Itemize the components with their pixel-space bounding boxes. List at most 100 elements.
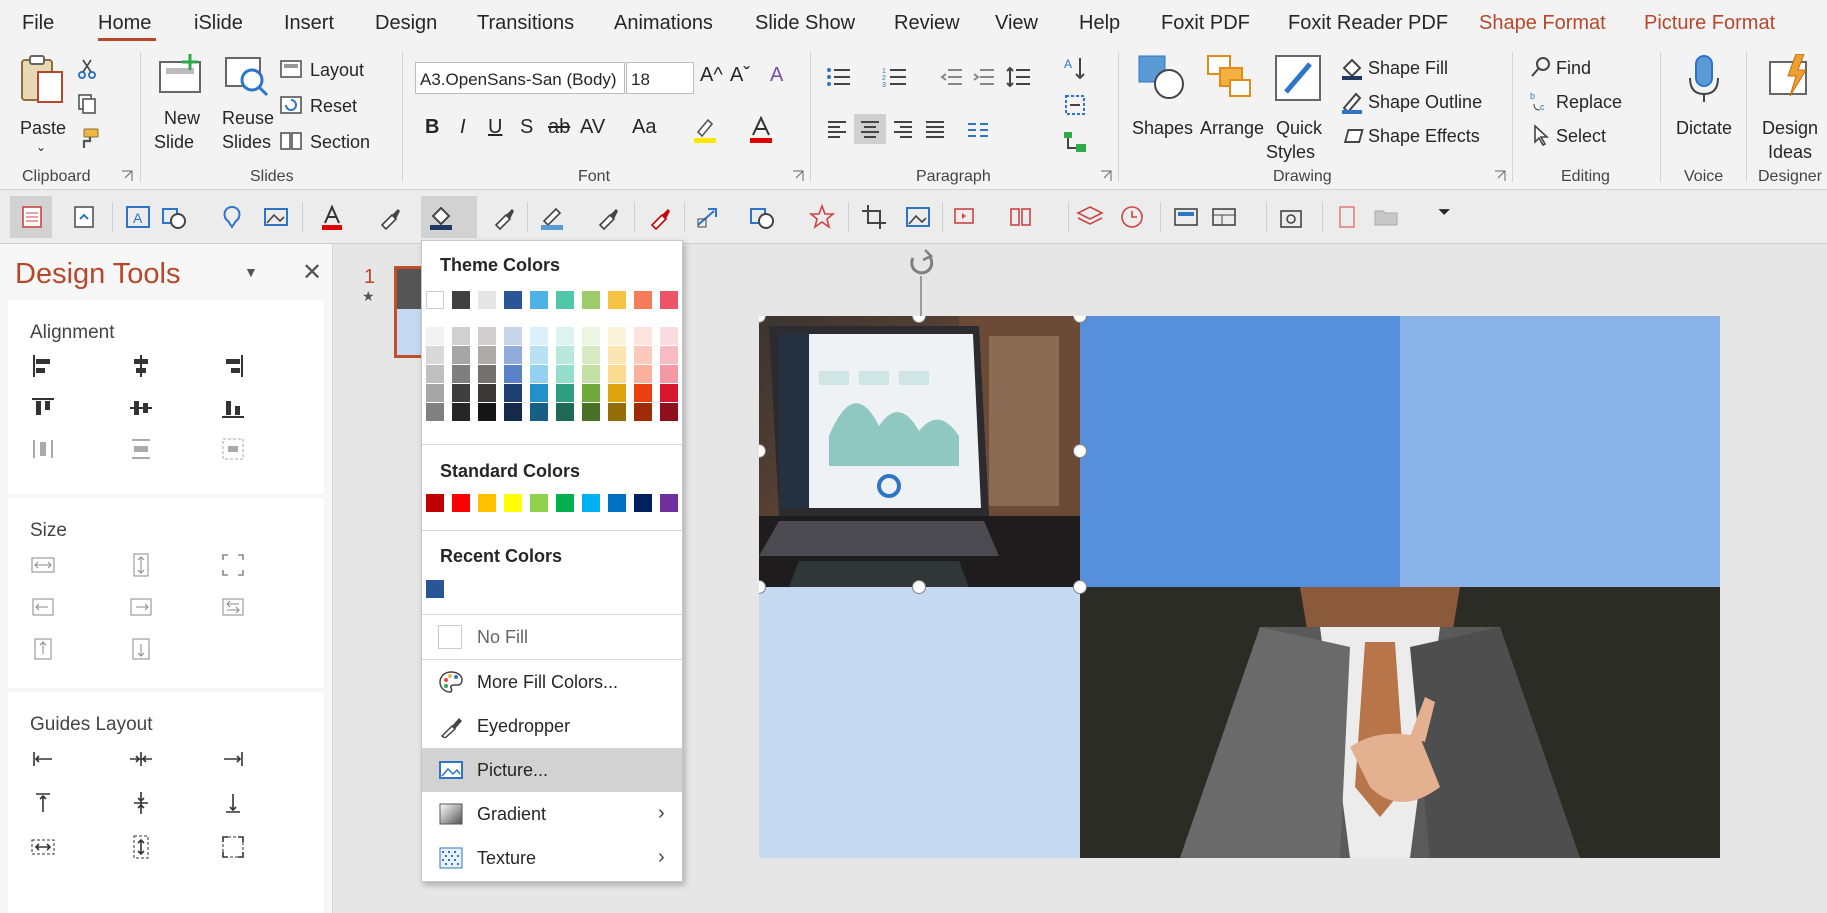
stretch-right-icon[interactable]: [128, 594, 154, 620]
tab-help[interactable]: Help: [1079, 12, 1120, 35]
color-swatch[interactable]: [556, 291, 574, 309]
font-color-icon[interactable]: [748, 116, 774, 144]
distribute-v-icon[interactable]: [128, 436, 154, 462]
dialog-launcher-icon[interactable]: [1100, 170, 1112, 182]
color-swatch[interactable]: [608, 327, 626, 345]
swap-size-icon[interactable]: [220, 594, 246, 620]
color-picker-icon[interactable]: [646, 203, 674, 231]
eyedropper-icon[interactable]: [376, 203, 404, 231]
color-swatch[interactable]: [452, 403, 470, 421]
color-swatch[interactable]: [478, 494, 496, 512]
format-painter-icon[interactable]: [76, 126, 100, 150]
color-swatch[interactable]: [608, 494, 626, 512]
find-button[interactable]: Find: [1530, 54, 1630, 80]
color-swatch[interactable]: [530, 291, 548, 309]
color-swatch[interactable]: [426, 384, 444, 402]
eyedropper-icon[interactable]: [594, 203, 622, 231]
select-button[interactable]: Select: [1530, 122, 1640, 148]
decrease-font-icon[interactable]: Aˇ: [730, 64, 750, 87]
color-swatch[interactable]: [634, 403, 652, 421]
same-height-icon[interactable]: [128, 552, 154, 578]
dialog-launcher-icon[interactable]: [792, 170, 804, 182]
color-swatch[interactable]: [530, 494, 548, 512]
section-button[interactable]: Section: [280, 130, 390, 156]
color-swatch[interactable]: [634, 327, 652, 345]
font-name-dropdown[interactable]: A3.OpenSans-San (Body): [415, 62, 625, 94]
color-swatch[interactable]: [478, 384, 496, 402]
blue-block-1[interactable]: [1080, 316, 1400, 587]
icons-library-icon[interactable]: [218, 203, 246, 231]
color-swatch[interactable]: [608, 403, 626, 421]
color-swatch[interactable]: [660, 384, 678, 402]
align-middle-icon[interactable]: [128, 395, 154, 421]
copy-doc-icon[interactable]: [1334, 203, 1362, 231]
tab-file[interactable]: File: [22, 12, 54, 35]
tab-transitions[interactable]: Transitions: [477, 12, 574, 35]
tab-design[interactable]: Design: [375, 12, 437, 35]
panel-menu-icon[interactable]: ▼: [244, 264, 258, 280]
frame-icon[interactable]: [1172, 203, 1200, 231]
color-swatch[interactable]: [530, 346, 548, 364]
guide-top-icon[interactable]: [30, 790, 56, 816]
color-swatch[interactable]: [556, 327, 574, 345]
strikethrough-button[interactable]: ab: [548, 116, 570, 139]
highlight-icon[interactable]: [692, 116, 718, 144]
color-swatch[interactable]: [660, 327, 678, 345]
color-swatch[interactable]: [426, 403, 444, 421]
color-swatch[interactable]: [504, 384, 522, 402]
color-swatch[interactable]: [426, 365, 444, 383]
reuse-slides-button[interactable]: Reuse Slides: [220, 54, 276, 158]
color-swatch[interactable]: [634, 365, 652, 383]
dialog-launcher-icon[interactable]: [121, 170, 133, 182]
align-left-icon[interactable]: [30, 353, 56, 379]
tab-review[interactable]: Review: [894, 12, 960, 35]
line-spacing-icon[interactable]: [1006, 66, 1032, 88]
color-swatch[interactable]: [608, 291, 626, 309]
color-swatch[interactable]: [660, 346, 678, 364]
picture-fill-menu-item[interactable]: Picture...: [422, 748, 682, 792]
color-swatch[interactable]: [452, 384, 470, 402]
recent-color-swatch[interactable]: [426, 580, 444, 598]
color-swatch[interactable]: [504, 327, 522, 345]
color-swatch[interactable]: [478, 346, 496, 364]
align-text-icon[interactable]: [1062, 92, 1088, 118]
slide-thumbnail[interactable]: [394, 266, 424, 358]
tab-view[interactable]: View: [995, 12, 1038, 35]
stretch-top-icon[interactable]: [30, 636, 56, 662]
grid-frame-icon[interactable]: [1210, 203, 1238, 231]
color-swatch[interactable]: [478, 403, 496, 421]
color-swatch[interactable]: [426, 494, 444, 512]
eyedropper-icon[interactable]: [490, 203, 518, 231]
slide-tool-icon[interactable]: [952, 203, 980, 231]
tab-picture-format[interactable]: Picture Format: [1644, 12, 1775, 35]
justify-icon[interactable]: [924, 118, 946, 140]
picture-icon[interactable]: [904, 203, 932, 231]
increase-indent-icon[interactable]: [972, 66, 996, 88]
color-swatch[interactable]: [530, 384, 548, 402]
text-box-icon[interactable]: A: [124, 203, 152, 231]
color-swatch[interactable]: [582, 365, 600, 383]
new-slide-button[interactable]: New Slide: [152, 54, 214, 158]
color-swatch[interactable]: [556, 346, 574, 364]
slide[interactable]: [759, 316, 1720, 858]
businessman-photo[interactable]: [1080, 587, 1720, 858]
resize-handle-right[interactable]: [1073, 444, 1087, 458]
align-left-icon[interactable]: [826, 118, 848, 140]
underline-button[interactable]: U: [488, 116, 502, 139]
color-swatch[interactable]: [582, 291, 600, 309]
shapes-button[interactable]: Shapes: [1132, 54, 1193, 158]
customize-toolbar-icon[interactable]: ⏷: [1438, 204, 1451, 222]
guide-height-icon[interactable]: [128, 834, 154, 860]
color-swatch[interactable]: [634, 346, 652, 364]
align-top-icon[interactable]: [30, 395, 56, 421]
same-width-icon[interactable]: [30, 552, 56, 578]
text-direction-icon[interactable]: A: [1062, 56, 1088, 82]
color-swatch[interactable]: [556, 384, 574, 402]
arrange-button[interactable]: Arrange: [1198, 54, 1264, 158]
color-swatch[interactable]: [582, 346, 600, 364]
screenshot-icon[interactable]: [1278, 203, 1306, 231]
italic-button[interactable]: I: [460, 116, 466, 139]
same-size-icon[interactable]: [220, 552, 246, 578]
dictate-button[interactable]: Dictate: [1672, 54, 1736, 158]
tab-foxit-reader-pdf[interactable]: Foxit Reader PDF: [1288, 12, 1448, 35]
